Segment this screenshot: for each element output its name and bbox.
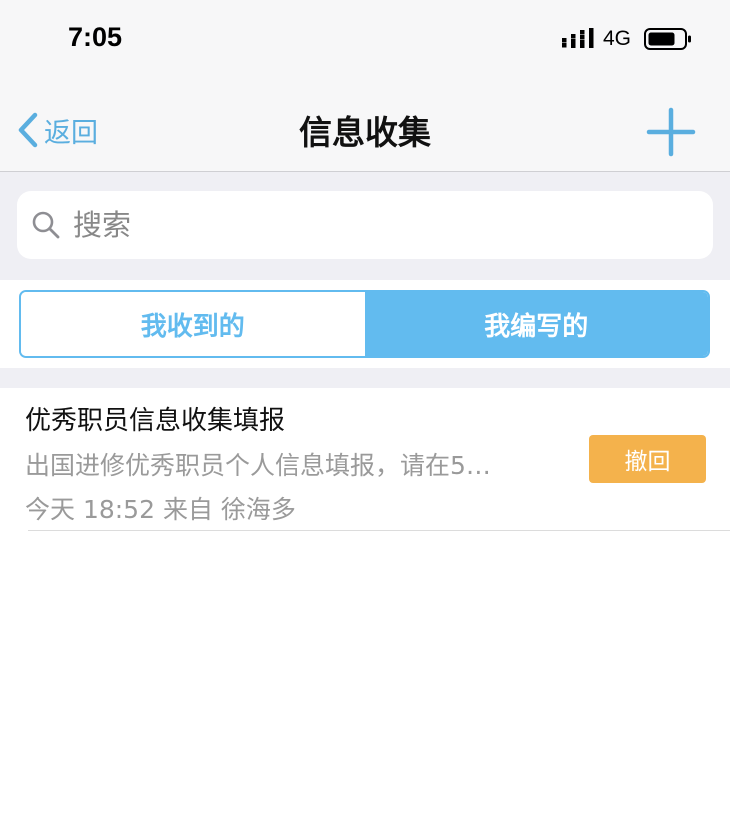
recall-button[interactable]: 撤回	[589, 435, 706, 483]
signal-icon	[562, 28, 594, 48]
tab-section: 我收到的 我编写的	[0, 280, 730, 368]
item-description: 出国进修优秀职员个人信息填报，请在5…	[25, 451, 491, 480]
battery-icon	[644, 28, 691, 50]
search-bar[interactable]	[17, 191, 713, 259]
tab-received[interactable]: 我收到的	[21, 292, 365, 356]
item-meta: 今天 18:52 来自 徐海多	[25, 495, 296, 524]
segmented-control: 我收到的 我编写的	[19, 290, 710, 358]
status-bar: 7:05 4G	[0, 0, 730, 80]
page-title: 信息收集	[299, 113, 431, 152]
list-divider	[28, 530, 730, 531]
section-gap	[0, 368, 730, 388]
list-item[interactable]: 优秀职员信息收集填报 出国进修优秀职员个人信息填报，请在5… 今天 18:52 …	[0, 388, 730, 531]
tab-authored[interactable]: 我编写的	[364, 292, 708, 356]
plus-icon[interactable]	[645, 106, 697, 158]
network-type: 4G	[603, 27, 632, 50]
item-title: 优秀职员信息收集填报	[25, 406, 286, 436]
search-icon	[32, 211, 60, 239]
search-section	[0, 172, 730, 280]
search-input[interactable]	[73, 200, 673, 250]
status-time: 7:05	[68, 22, 123, 52]
navigation-bar: 返回 信息收集	[0, 80, 730, 172]
